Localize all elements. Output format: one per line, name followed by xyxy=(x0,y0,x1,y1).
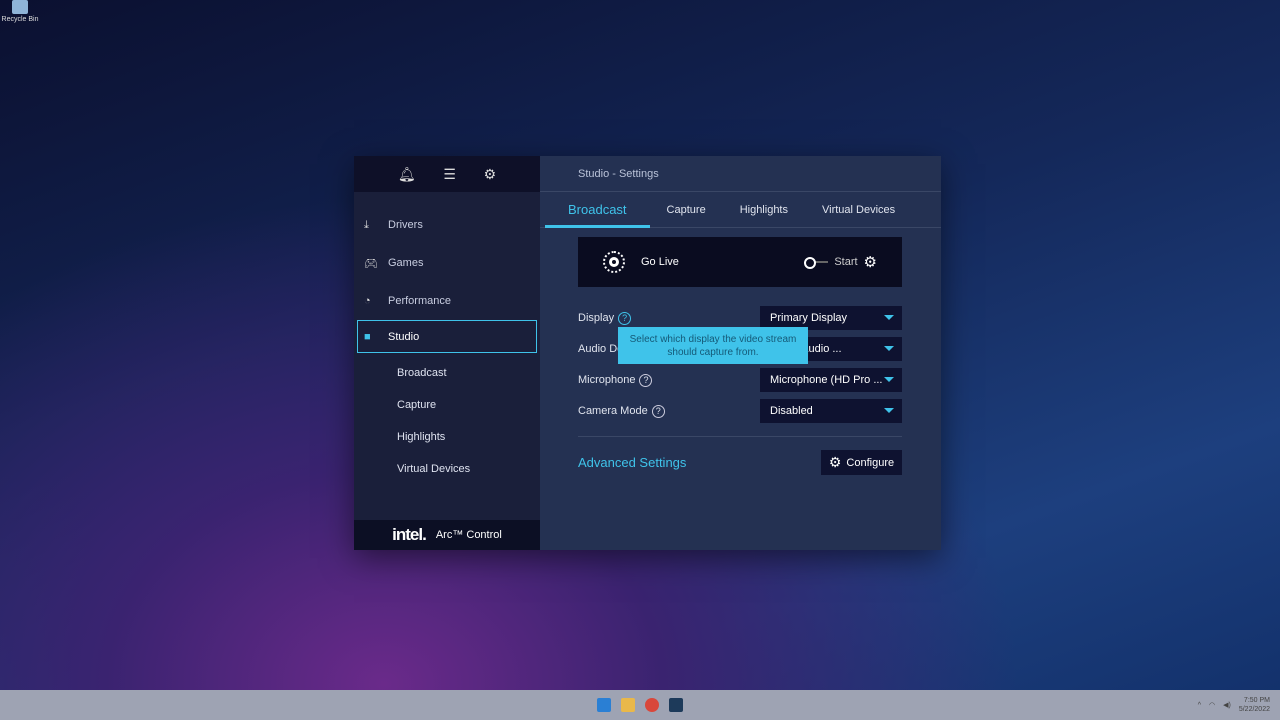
product-name: Arc™ Control xyxy=(436,529,502,541)
bell-icon[interactable]: 🔔︎ xyxy=(398,166,416,183)
start-icon[interactable] xyxy=(597,698,611,712)
recycle-bin[interactable]: Recycle Bin xyxy=(0,0,40,23)
file-explorer-icon[interactable] xyxy=(621,698,635,712)
clock[interactable]: 7:50 PM5/22/2022 xyxy=(1239,696,1270,714)
camera-mode-setting: Camera Mode? Disabled xyxy=(578,399,902,423)
go-live-label: Go Live xyxy=(641,256,679,268)
arc-control-taskbar-icon[interactable] xyxy=(669,698,683,712)
start-toggle[interactable] xyxy=(806,261,828,263)
clock-date: 5/22/2022 xyxy=(1239,705,1270,714)
setting-label: Camera Mode xyxy=(578,405,648,417)
sidebar-topbar: 🔔︎ ☰ ⚙ xyxy=(354,156,540,192)
camera-mode-dropdown[interactable]: Disabled xyxy=(760,399,902,423)
wifi-icon[interactable]: ◠ xyxy=(1209,701,1215,709)
setting-label: Microphone xyxy=(578,374,635,386)
download-icon: ⤓ xyxy=(364,219,378,232)
sidebar-item-label: Drivers xyxy=(388,219,423,231)
tab-broadcast[interactable]: Broadcast xyxy=(545,192,650,228)
tab-capture[interactable]: Capture xyxy=(650,192,723,228)
taskbar: ^ ◠ ◀) 7:50 PM5/22/2022 xyxy=(0,690,1280,720)
arc-control-window: 🔔︎ ☰ ⚙ ⤓ Drivers 🎮︎ Games ◔ Performance ■ St… xyxy=(354,156,941,550)
sidebar-item-label: Games xyxy=(388,257,423,269)
tab-bar: Broadcast Capture Highlights Virtual Dev… xyxy=(540,192,941,228)
record-icon xyxy=(603,251,625,273)
microphone-setting: Microphone? Microphone (HD Pro ... xyxy=(578,368,902,392)
recycle-bin-icon xyxy=(12,0,28,14)
gear-icon: ⚙ xyxy=(829,454,842,471)
chevron-up-icon[interactable]: ^ xyxy=(1198,702,1201,709)
brand-footer: intel. Arc™ Control xyxy=(354,520,540,550)
help-icon[interactable]: ? xyxy=(618,312,631,325)
setting-label: Display xyxy=(578,312,614,324)
go-live-panel: Go Live Start ⚙ xyxy=(578,237,902,287)
help-icon[interactable]: ? xyxy=(652,405,665,418)
menu-icon[interactable]: ☰ xyxy=(443,166,456,183)
recycle-bin-label: Recycle Bin xyxy=(2,16,39,23)
tooltip: Select which display the video stream sh… xyxy=(618,327,808,364)
system-tray: ^ ◠ ◀) 7:50 PM5/22/2022 xyxy=(1198,696,1270,714)
start-label: Start xyxy=(834,256,857,268)
sidebar-sub-highlights[interactable]: Highlights xyxy=(354,421,540,453)
gear-icon[interactable]: ⚙ xyxy=(484,166,497,183)
chrome-icon[interactable] xyxy=(645,698,659,712)
configure-label: Configure xyxy=(846,457,894,469)
divider xyxy=(578,436,902,437)
sidebar-sub-capture[interactable]: Capture xyxy=(354,389,540,421)
tab-virtual-devices[interactable]: Virtual Devices xyxy=(805,192,912,228)
tab-highlights[interactable]: Highlights xyxy=(723,192,805,228)
microphone-dropdown[interactable]: Microphone (HD Pro ... xyxy=(760,368,902,392)
main-panel: Studio - Settings Broadcast Capture High… xyxy=(540,156,941,550)
gear-icon[interactable]: ⚙ xyxy=(864,253,877,271)
help-icon[interactable]: ? xyxy=(639,374,652,387)
sidebar-item-label: Performance xyxy=(388,295,451,307)
gamepad-icon: 🎮︎ xyxy=(364,257,378,270)
sidebar-item-drivers[interactable]: ⤓ Drivers xyxy=(354,206,540,244)
sidebar-item-label: Studio xyxy=(388,331,419,343)
sidebar-sub-broadcast[interactable]: Broadcast xyxy=(354,357,540,389)
sidebar-item-studio[interactable]: ■ Studio xyxy=(357,320,537,353)
page-title: Studio - Settings xyxy=(540,156,941,192)
advanced-settings-link[interactable]: Advanced Settings xyxy=(578,455,686,470)
intel-logo: intel. xyxy=(392,525,426,545)
sidebar: 🔔︎ ☰ ⚙ ⤓ Drivers 🎮︎ Games ◔ Performance ■ St… xyxy=(354,156,540,550)
clock-time: 7:50 PM xyxy=(1239,696,1270,705)
camera-icon: ■ xyxy=(364,331,378,343)
sidebar-item-games[interactable]: 🎮︎ Games xyxy=(354,244,540,282)
sidebar-sub-virtual-devices[interactable]: Virtual Devices xyxy=(354,453,540,485)
gauge-icon: ◔ xyxy=(364,295,378,307)
speaker-icon[interactable]: ◀) xyxy=(1223,701,1231,709)
configure-button[interactable]: ⚙ Configure xyxy=(821,450,902,475)
sidebar-item-performance[interactable]: ◔ Performance xyxy=(354,282,540,320)
